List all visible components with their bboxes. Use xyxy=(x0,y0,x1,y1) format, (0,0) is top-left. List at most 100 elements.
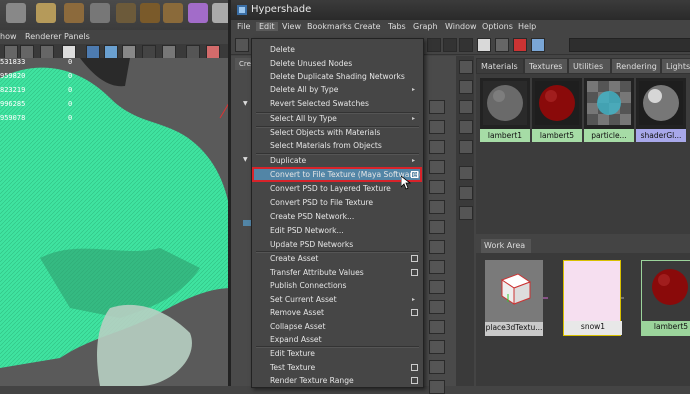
menu-item-delete-all-by-type[interactable]: Delete All by Type ▸ xyxy=(252,83,423,96)
menu-item-convert-to-file-texture[interactable]: Convert to File Texture (Maya Software) xyxy=(252,168,423,181)
grid-icon[interactable] xyxy=(20,45,34,59)
menu-item-convert-psd-to-file-texture[interactable]: Convert PSD to File Texture xyxy=(252,196,423,209)
collapse-arrow-icon[interactable]: ▼ xyxy=(243,100,248,107)
render-icon[interactable] xyxy=(206,45,220,59)
input-output-icon[interactable] xyxy=(495,38,509,52)
tree-button[interactable] xyxy=(429,160,445,174)
menu-panels[interactable]: Panels xyxy=(64,32,90,41)
menu-item-edit-texture[interactable]: Edit Texture xyxy=(252,347,423,360)
tree-button[interactable] xyxy=(429,100,445,114)
strip-icon[interactable] xyxy=(459,100,473,114)
toggle-panel-icon[interactable] xyxy=(235,38,249,52)
tab-work-area[interactable]: Work Area xyxy=(481,239,531,253)
menu-item-test-texture[interactable]: Test Texture xyxy=(252,361,423,374)
clear-graph-icon[interactable] xyxy=(513,38,527,52)
rearrange-icon[interactable] xyxy=(531,38,545,52)
strip-icon[interactable] xyxy=(459,120,473,134)
menu-item-delete-unused-nodes[interactable]: Delete Unused Nodes xyxy=(252,57,423,70)
menu-show[interactable]: how xyxy=(0,32,17,41)
tab-textures[interactable]: Textures xyxy=(524,58,568,74)
menu-window[interactable]: Window xyxy=(445,22,477,31)
graph-up-icon[interactable] xyxy=(443,38,457,52)
shaded-icon[interactable] xyxy=(86,45,100,59)
camera-icon[interactable] xyxy=(4,45,18,59)
tree-button[interactable] xyxy=(429,140,445,154)
option-box-icon[interactable] xyxy=(411,377,418,384)
menu-help[interactable]: Help xyxy=(518,22,536,31)
menu-item-duplicate[interactable]: Duplicate ▸ xyxy=(252,154,423,167)
cylinder-icon[interactable] xyxy=(64,3,84,23)
menu-item-remove-asset[interactable]: Remove Asset xyxy=(252,306,423,319)
tab-rendering[interactable]: Rendering xyxy=(611,58,661,74)
menu-item-collapse-asset[interactable]: Collapse Asset xyxy=(252,320,423,333)
menu-item-select-objects-with-materials[interactable]: Select Objects with Materials xyxy=(252,126,423,139)
menu-item-expand-asset[interactable]: Expand Asset xyxy=(252,333,423,346)
wireframe-icon[interactable] xyxy=(40,45,54,59)
menu-edit[interactable]: Edit xyxy=(256,22,278,31)
menu-options[interactable]: Options xyxy=(482,22,513,31)
option-box-icon[interactable] xyxy=(411,255,418,262)
hud-icon[interactable] xyxy=(186,45,200,59)
shadows-icon[interactable] xyxy=(122,45,136,59)
menu-file[interactable]: File xyxy=(237,22,250,31)
menu-item-render-texture-range[interactable]: Render Texture Range xyxy=(252,374,423,387)
menu-item-edit-psd-network[interactable]: Edit PSD Network... xyxy=(252,224,423,237)
node-lambert5[interactable]: lambert5 xyxy=(641,260,690,336)
strip-icon[interactable] xyxy=(459,186,473,200)
strip-icon[interactable] xyxy=(459,140,473,154)
cylinder-2-icon[interactable] xyxy=(163,3,183,23)
tree-button[interactable] xyxy=(429,300,445,314)
option-box-icon[interactable] xyxy=(411,364,418,371)
menu-create[interactable]: Create xyxy=(354,22,381,31)
cone-icon[interactable] xyxy=(140,3,160,23)
menu-item-publish-connections[interactable]: Publish Connections xyxy=(252,279,423,292)
purple-cube-icon[interactable] xyxy=(188,3,208,23)
menu-view[interactable]: View xyxy=(282,22,301,31)
menu-item-select-all-by-type[interactable]: Select All by Type ▸ xyxy=(252,112,423,125)
swatch-particle[interactable]: particle... xyxy=(584,78,634,142)
menu-item-convert-psd-to-layered-texture[interactable]: Convert PSD to Layered Texture xyxy=(252,182,423,195)
tree-button[interactable] xyxy=(429,220,445,234)
tree-button[interactable] xyxy=(429,380,445,394)
menu-item-transfer-attribute-values[interactable]: Transfer Attribute Values xyxy=(252,266,423,279)
tree-button[interactable] xyxy=(429,280,445,294)
menu-item-set-current-asset[interactable]: Set Current Asset ▸ xyxy=(252,293,423,306)
menu-item-create-psd-network[interactable]: Create PSD Network... xyxy=(252,210,423,223)
search-field[interactable] xyxy=(569,38,690,52)
tree-button[interactable] xyxy=(429,340,445,354)
menu-graph[interactable]: Graph xyxy=(413,22,438,31)
lights-icon[interactable] xyxy=(104,45,118,59)
swatch-shaderglow[interactable]: shaderGl... xyxy=(636,78,686,142)
option-box-icon[interactable] xyxy=(411,171,418,178)
tree-button[interactable] xyxy=(429,180,445,194)
menu-item-delete[interactable]: Delete xyxy=(252,43,423,56)
graph-down-icon[interactable] xyxy=(459,38,473,52)
tree-button[interactable] xyxy=(429,200,445,214)
node-snow1[interactable]: snow1 xyxy=(563,260,622,336)
option-box-icon[interactable] xyxy=(411,309,418,316)
swatch-lambert1[interactable]: lambert1 xyxy=(480,78,530,142)
tab-lights[interactable]: Lights xyxy=(661,58,690,74)
menu-item-delete-duplicate-shading-networks[interactable]: Delete Duplicate Shading Networks xyxy=(252,70,423,83)
xray-icon[interactable] xyxy=(162,45,176,59)
tree-button[interactable] xyxy=(429,240,445,254)
menu-item-revert-selected-swatches[interactable]: Revert Selected Swatches xyxy=(252,97,423,110)
swatch-view-icon[interactable] xyxy=(477,38,491,52)
menu-item-update-psd-networks[interactable]: Update PSD Networks xyxy=(252,238,423,251)
cube-icon[interactable] xyxy=(116,3,136,23)
torus-icon[interactable] xyxy=(36,3,56,23)
strip-icon[interactable] xyxy=(459,166,473,180)
node-place3dtexture[interactable]: place3dTextu... xyxy=(485,260,543,336)
menu-tabs[interactable]: Tabs xyxy=(388,22,406,31)
tab-utilities[interactable]: Utilities xyxy=(568,58,611,74)
texture-icon[interactable] xyxy=(62,45,76,59)
sphere-icon[interactable] xyxy=(6,3,26,23)
tab-materials[interactable]: Materials xyxy=(476,58,524,74)
torus-outline-icon[interactable] xyxy=(90,3,110,23)
menu-renderer[interactable]: Renderer xyxy=(25,32,62,41)
tree-button[interactable] xyxy=(429,320,445,334)
graph-icon[interactable] xyxy=(427,38,441,52)
strip-icon[interactable] xyxy=(459,206,473,220)
collapse-arrow-icon[interactable]: ▼ xyxy=(243,156,248,163)
title-bar[interactable]: Hypershade xyxy=(231,0,690,20)
